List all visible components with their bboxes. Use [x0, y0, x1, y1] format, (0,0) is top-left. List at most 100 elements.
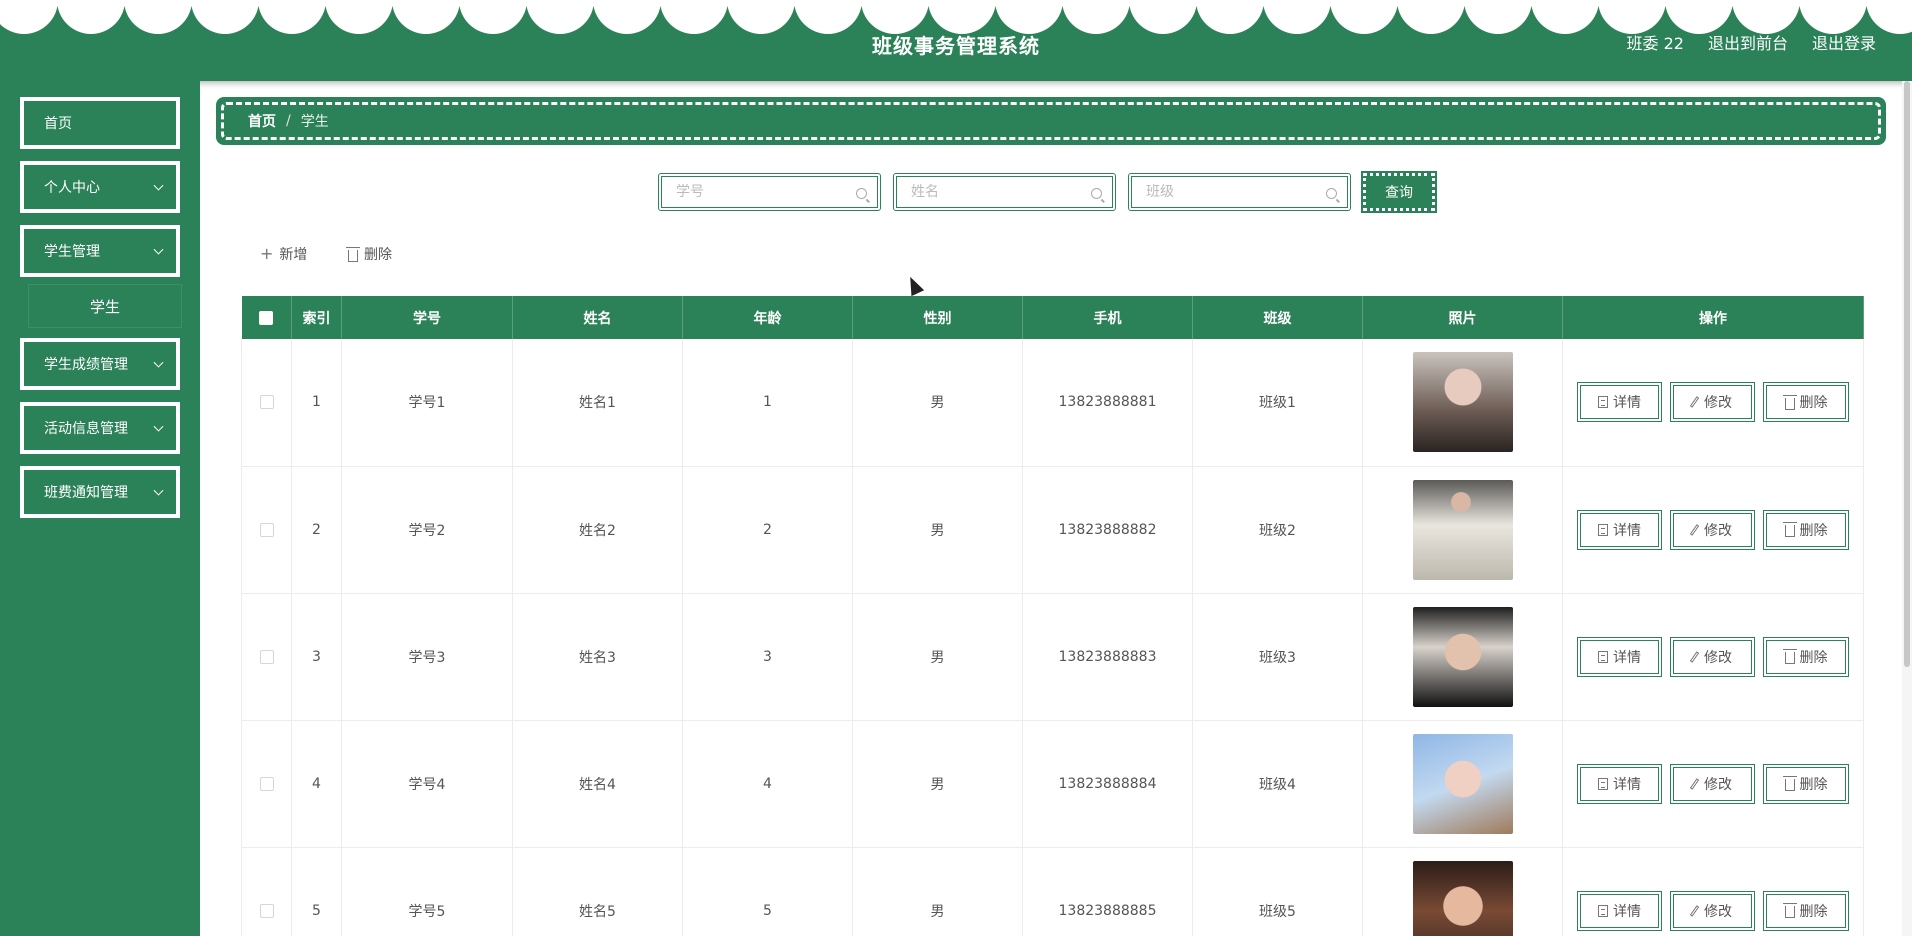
- submenu-item-student[interactable]: 学生: [28, 284, 182, 328]
- class-search[interactable]: [1128, 173, 1351, 211]
- sidebar-item-label: 学生管理: [44, 244, 100, 260]
- chevron-down-icon: [153, 485, 164, 496]
- cell-gender: 男: [852, 593, 1023, 721]
- edit-label: 修改: [1704, 522, 1732, 539]
- document-icon: [1598, 650, 1608, 663]
- breadcrumb: 首页 / 学生: [216, 97, 1886, 145]
- detail-label: 详情: [1613, 395, 1641, 412]
- cell-student-no: 学号2: [341, 466, 513, 594]
- table-row[interactable]: 1 学号1 姓名1 1 男 13823888881 班级1 详情 修改 删除: [241, 339, 1864, 467]
- student-photo[interactable]: [1412, 606, 1513, 707]
- row-checkbox[interactable]: [259, 649, 274, 664]
- edit-icon: [1689, 777, 1700, 790]
- current-user[interactable]: 班委 22: [1627, 30, 1684, 54]
- student-photo[interactable]: [1412, 479, 1513, 580]
- scallop-shape: [861, 0, 929, 34]
- table-row[interactable]: 3 学号3 姓名3 3 男 13823888883 班级3 详情 修改 删除: [241, 593, 1864, 721]
- detail-button[interactable]: 详情: [1577, 382, 1662, 423]
- scallop-shape: [0, 0, 58, 34]
- scallop-shape: [325, 0, 393, 34]
- edit-label: 修改: [1704, 903, 1732, 920]
- sidebar-item-personal-center[interactable]: 个人中心: [20, 161, 180, 213]
- scallop-shape: [794, 0, 862, 34]
- detail-button[interactable]: 详情: [1577, 763, 1662, 804]
- cell-index: 4: [291, 720, 342, 848]
- student-photo[interactable]: [1412, 860, 1513, 936]
- cell-index: 1: [291, 339, 342, 467]
- row-checkbox[interactable]: [259, 903, 274, 918]
- edit-label: 修改: [1704, 395, 1732, 412]
- batch-delete-button[interactable]: 删除: [346, 244, 392, 264]
- delete-label: 删除: [1799, 903, 1828, 920]
- row-checkbox[interactable]: [259, 522, 274, 537]
- cell-photo: [1362, 847, 1563, 936]
- sidebar-item-fee-notice-management[interactable]: 班费通知管理: [20, 466, 180, 518]
- edit-button[interactable]: 修改: [1670, 509, 1755, 550]
- student-no-input[interactable]: [676, 184, 846, 200]
- add-label: 新增: [279, 247, 308, 263]
- detail-button[interactable]: 详情: [1577, 509, 1662, 550]
- cell-class: 班级2: [1192, 466, 1363, 594]
- column-header: 照片: [1362, 296, 1563, 339]
- sidebar-item-activity-management[interactable]: 活动信息管理: [20, 402, 180, 454]
- cell-age: 2: [682, 466, 853, 594]
- query-button[interactable]: 查询: [1361, 171, 1437, 213]
- edit-button[interactable]: 修改: [1670, 763, 1755, 804]
- sidebar-item-home[interactable]: 首页: [20, 97, 180, 149]
- name-input[interactable]: [911, 184, 1081, 200]
- scallop-shape: [1062, 0, 1130, 34]
- detail-button[interactable]: 详情: [1577, 636, 1662, 677]
- row-select-cell: [241, 466, 292, 594]
- sidebar-item-student-management[interactable]: 学生管理: [20, 225, 180, 277]
- delete-button[interactable]: 删除: [1763, 509, 1849, 550]
- cell-phone: 13823888884: [1022, 720, 1193, 848]
- logout-link[interactable]: 退出登录: [1812, 30, 1876, 54]
- delete-button[interactable]: 删除: [1763, 382, 1849, 423]
- edit-button[interactable]: 修改: [1670, 890, 1755, 931]
- class-input[interactable]: [1146, 184, 1316, 200]
- cell-class: 班级4: [1192, 720, 1363, 848]
- student-no-search[interactable]: [658, 173, 881, 211]
- cell-phone: 13823888883: [1022, 593, 1193, 721]
- cell-age: 1: [682, 339, 853, 467]
- column-header: 姓名: [512, 296, 683, 339]
- breadcrumb-home[interactable]: 首页: [248, 111, 276, 131]
- cell-name: 姓名5: [512, 847, 683, 936]
- trash-icon: [1782, 776, 1797, 791]
- delete-button[interactable]: 删除: [1763, 763, 1849, 804]
- scallop-shape: [1397, 0, 1465, 34]
- scallop-shape: [1732, 0, 1800, 34]
- cell-operations: 详情 修改 删除: [1562, 593, 1864, 721]
- table-row[interactable]: 2 学号2 姓名2 2 男 13823888882 班级2 详情 修改 删除: [241, 466, 1864, 594]
- page-scrollbar[interactable]: [1902, 81, 1912, 936]
- row-checkbox[interactable]: [259, 395, 274, 410]
- delete-button[interactable]: 删除: [1763, 890, 1849, 931]
- scrollbar-thumb[interactable]: [1904, 81, 1910, 667]
- cell-student-no: 学号4: [341, 720, 513, 848]
- column-header: 操作: [1562, 296, 1864, 339]
- table-row[interactable]: 5 学号5 姓名5 5 男 13823888885 班级5 详情 修改 删除: [241, 847, 1864, 936]
- scallop-shape: [1196, 0, 1264, 34]
- to-front-link[interactable]: 退出到前台: [1708, 30, 1788, 54]
- edit-label: 修改: [1704, 649, 1732, 666]
- edit-button[interactable]: 修改: [1670, 636, 1755, 677]
- cell-age: 3: [682, 593, 853, 721]
- sidebar-item-label: 首页: [44, 116, 72, 132]
- delete-button[interactable]: 删除: [1763, 636, 1849, 677]
- cell-operations: 详情 修改 删除: [1562, 466, 1864, 594]
- scallop-shape: [1866, 0, 1912, 34]
- row-checkbox[interactable]: [259, 776, 274, 791]
- table-row[interactable]: 4 学号4 姓名4 4 男 13823888884 班级4 详情 修改 删除: [241, 720, 1864, 848]
- select-all-checkbox[interactable]: [259, 310, 274, 325]
- edit-icon: [1689, 523, 1700, 536]
- student-photo[interactable]: [1412, 352, 1513, 453]
- edit-button[interactable]: 修改: [1670, 382, 1755, 423]
- add-button[interactable]: + 新增: [260, 244, 307, 264]
- column-header: 手机: [1022, 296, 1193, 339]
- name-search[interactable]: [893, 173, 1116, 211]
- detail-button[interactable]: 详情: [1577, 890, 1662, 931]
- cell-phone: 13823888885: [1022, 847, 1193, 936]
- scallop-shape: [1330, 0, 1398, 34]
- student-photo[interactable]: [1412, 733, 1513, 834]
- sidebar-item-score-management[interactable]: 学生成绩管理: [20, 338, 180, 390]
